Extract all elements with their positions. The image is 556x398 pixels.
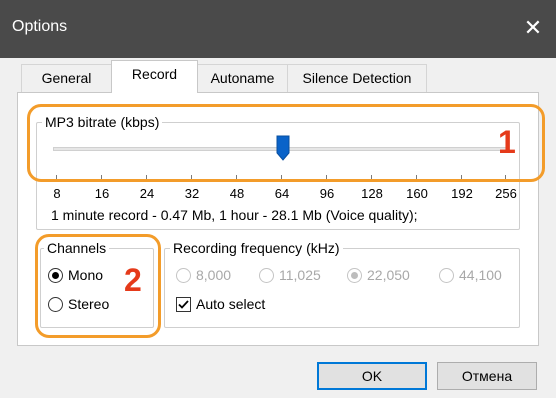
freq-44100-label[interactable]: 44,100 <box>459 267 502 283</box>
tick-mark <box>505 175 506 181</box>
window-title: Options <box>12 18 68 35</box>
annotation-number-1: 1 <box>498 124 516 160</box>
frequency-group <box>164 248 520 328</box>
bitrate-scale-label: 32 <box>184 186 200 201</box>
freq-22050-radio[interactable] <box>347 268 362 283</box>
tab-autoname[interactable]: Autoname <box>197 64 288 92</box>
tick-mark <box>101 175 102 181</box>
title-bar: Options ✕ <box>0 0 556 58</box>
close-icon[interactable]: ✕ <box>510 8 556 48</box>
tick-mark <box>146 175 147 181</box>
tick-mark <box>191 175 192 181</box>
frequency-group-label: Recording frequency (kHz) <box>170 240 343 256</box>
freq-8000-label[interactable]: 8,000 <box>196 267 231 283</box>
tick-mark <box>326 175 327 181</box>
tab-record[interactable]: Record <box>111 60 198 93</box>
bitrate-scale-label: 192 <box>451 186 473 201</box>
freq-22050-label[interactable]: 22,050 <box>367 267 410 283</box>
bitrate-ticks <box>56 175 506 181</box>
stereo-label[interactable]: Stereo <box>68 296 109 312</box>
bitrate-scale-label: 128 <box>361 186 383 201</box>
auto-select-checkbox[interactable] <box>176 297 191 312</box>
auto-select-label[interactable]: Auto select <box>196 296 265 312</box>
stereo-radio[interactable] <box>48 297 63 312</box>
mono-radio[interactable] <box>48 268 63 283</box>
channels-group-label: Channels <box>44 240 110 256</box>
tab-general[interactable]: General <box>21 64 112 92</box>
cancel-button[interactable]: Отмена <box>437 362 537 390</box>
bitrate-slider-thumb[interactable] <box>276 135 290 161</box>
tick-mark <box>56 175 57 181</box>
bitrate-scale-label: 16 <box>94 186 110 201</box>
tick-mark <box>416 175 417 181</box>
ok-button[interactable]: OK <box>317 362 427 390</box>
tick-mark <box>461 175 462 181</box>
checkmark-icon <box>178 300 189 309</box>
freq-11025-radio[interactable] <box>259 268 274 283</box>
bitrate-scale-label: 64 <box>274 186 290 201</box>
freq-44100-radio[interactable] <box>439 268 454 283</box>
bitrate-scale-label: 160 <box>406 186 428 201</box>
bitrate-info-text: 1 minute record - 0.47 Mb, 1 hour - 28.1… <box>51 207 418 223</box>
mono-label[interactable]: Mono <box>68 267 103 283</box>
tick-mark <box>236 175 237 181</box>
bitrate-scale-label: 256 <box>495 186 517 201</box>
bitrate-scale-label: 48 <box>229 186 245 201</box>
bitrate-group-label: MP3 bitrate (kbps) <box>42 114 163 130</box>
tick-mark <box>281 175 282 181</box>
bitrate-scale-label: 96 <box>319 186 335 201</box>
freq-8000-radio[interactable] <box>176 268 191 283</box>
bitrate-scale-label: 8 <box>53 186 61 201</box>
freq-11025-label[interactable]: 11,025 <box>279 267 321 283</box>
tab-silence-detection[interactable]: Silence Detection <box>287 64 427 92</box>
bitrate-scale-label: 24 <box>139 186 155 201</box>
annotation-number-2: 2 <box>124 262 142 298</box>
tick-mark <box>371 175 372 181</box>
